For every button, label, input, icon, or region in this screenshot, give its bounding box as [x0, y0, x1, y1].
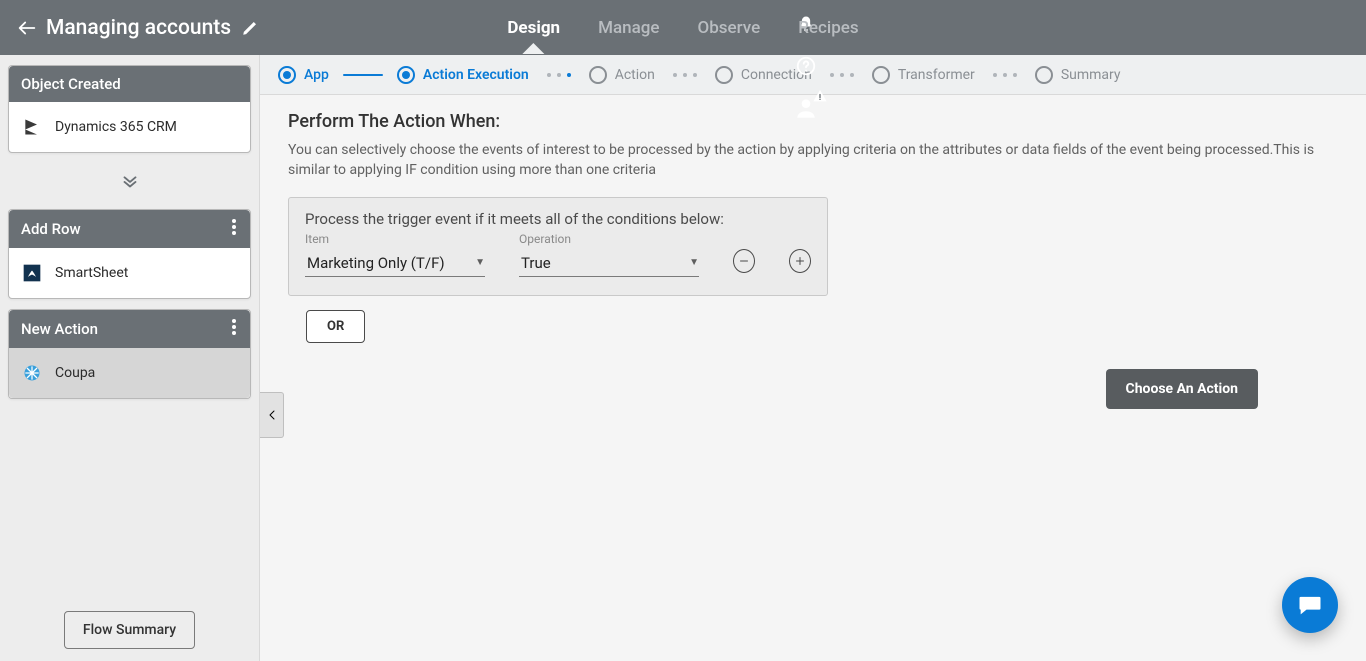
- sidebar-block-entry[interactable]: Coupa: [9, 348, 250, 398]
- sidebar-block-head: Add Row: [9, 210, 250, 248]
- collapse-sidebar-button[interactable]: [260, 392, 284, 438]
- step-indicator-icon: [397, 66, 415, 84]
- block-menu-button[interactable]: [230, 319, 238, 339]
- content: Perform The Action When: You can selecti…: [260, 95, 1366, 661]
- operation-select[interactable]: True ▼: [519, 248, 699, 277]
- plus-icon: [794, 255, 806, 267]
- body: Object Created Dynamics 365 CRM A: [0, 55, 1366, 661]
- sidebar-block-entry[interactable]: SmartSheet: [9, 248, 250, 298]
- operation-field: Operation True ▼: [519, 232, 699, 277]
- back-button[interactable]: [10, 11, 44, 45]
- tab-manage[interactable]: Manage: [596, 18, 661, 38]
- arrow-left-icon: [16, 17, 38, 39]
- page-title: Managing accounts: [46, 16, 231, 40]
- sidebar-block-head: Object Created: [9, 66, 250, 102]
- step-indicator-icon: [278, 66, 296, 84]
- add-condition-button[interactable]: [789, 249, 811, 273]
- sidebar-app-name: Dynamics 365 CRM: [55, 119, 177, 135]
- sidebar-app-name: SmartSheet: [55, 265, 128, 281]
- tab-recipes[interactable]: Recipes: [796, 18, 860, 38]
- top-tabs: Design Manage Observe Recipes: [505, 0, 860, 55]
- chevron-down-icon: ▼: [475, 257, 485, 268]
- sidebar-block-add-row[interactable]: Add Row SmartSheet: [8, 209, 251, 299]
- help-circle-icon: [795, 55, 817, 77]
- item-select[interactable]: Marketing Only (T/F) ▼: [305, 248, 485, 277]
- sidebar-block-new-action[interactable]: New Action Coupa: [8, 309, 251, 399]
- block-menu-button[interactable]: [230, 219, 238, 239]
- item-select-value: Marketing Only (T/F): [307, 254, 445, 272]
- coupa-icon: [21, 362, 43, 384]
- sidebar-block-title: Add Row: [21, 220, 81, 238]
- item-field: Item Marketing Only (T/F) ▼: [305, 232, 485, 277]
- remove-condition-button[interactable]: [733, 249, 755, 273]
- sidebar-block-title: New Action: [21, 320, 98, 338]
- help-button[interactable]: [792, 52, 820, 80]
- chevron-down-icon: ▼: [689, 257, 699, 268]
- flow-summary-button[interactable]: Flow Summary: [64, 611, 195, 649]
- conditions-title: Process the trigger event if it meets al…: [305, 210, 811, 228]
- sidebar-block-head: New Action: [9, 310, 250, 348]
- sidebar-block-entry[interactable]: Dynamics 365 CRM: [9, 102, 250, 152]
- smartsheet-icon: [21, 262, 43, 284]
- step-indicator-icon: [715, 66, 733, 84]
- item-field-label: Item: [305, 232, 485, 246]
- chat-icon: [1296, 591, 1324, 619]
- warning-badge-icon: [812, 88, 828, 108]
- edit-title-button[interactable]: [241, 19, 259, 37]
- kebab-icon: [232, 219, 236, 235]
- step-indicator-icon: [589, 66, 607, 84]
- chevron-left-icon: [266, 408, 278, 422]
- sidebar-app-name: Coupa: [55, 365, 95, 381]
- tab-observe[interactable]: Observe: [695, 18, 762, 38]
- sidebar-block-object-created[interactable]: Object Created Dynamics 365 CRM: [8, 65, 251, 153]
- main-area: App Action Execution Action Connection: [260, 55, 1366, 661]
- topbar: Managing accounts Design Manage Observe …: [0, 0, 1366, 55]
- kebab-icon: [232, 319, 236, 335]
- flow-connector-icon: [8, 163, 251, 199]
- step-indicator-icon: [1035, 66, 1053, 84]
- condition-row: Item Marketing Only (T/F) ▼ Operation Tr…: [305, 232, 811, 277]
- section-description: You can selectively choose the events of…: [288, 140, 1328, 181]
- or-button[interactable]: OR: [306, 310, 365, 343]
- choose-action-button[interactable]: Choose An Action: [1106, 369, 1258, 409]
- operation-field-label: Operation: [519, 232, 699, 246]
- operation-select-value: True: [521, 254, 551, 272]
- pencil-icon: [241, 19, 259, 37]
- conditions-box: Process the trigger event if it meets al…: [288, 197, 828, 296]
- tab-design[interactable]: Design: [505, 18, 562, 38]
- user-menu[interactable]: [792, 94, 820, 122]
- step-indicator-icon: [872, 66, 890, 84]
- sidebar: Object Created Dynamics 365 CRM A: [0, 55, 260, 661]
- sidebar-block-title: Object Created: [21, 75, 121, 93]
- dynamics-365-icon: [21, 116, 43, 138]
- minus-icon: [738, 255, 750, 267]
- chat-button[interactable]: [1282, 577, 1338, 633]
